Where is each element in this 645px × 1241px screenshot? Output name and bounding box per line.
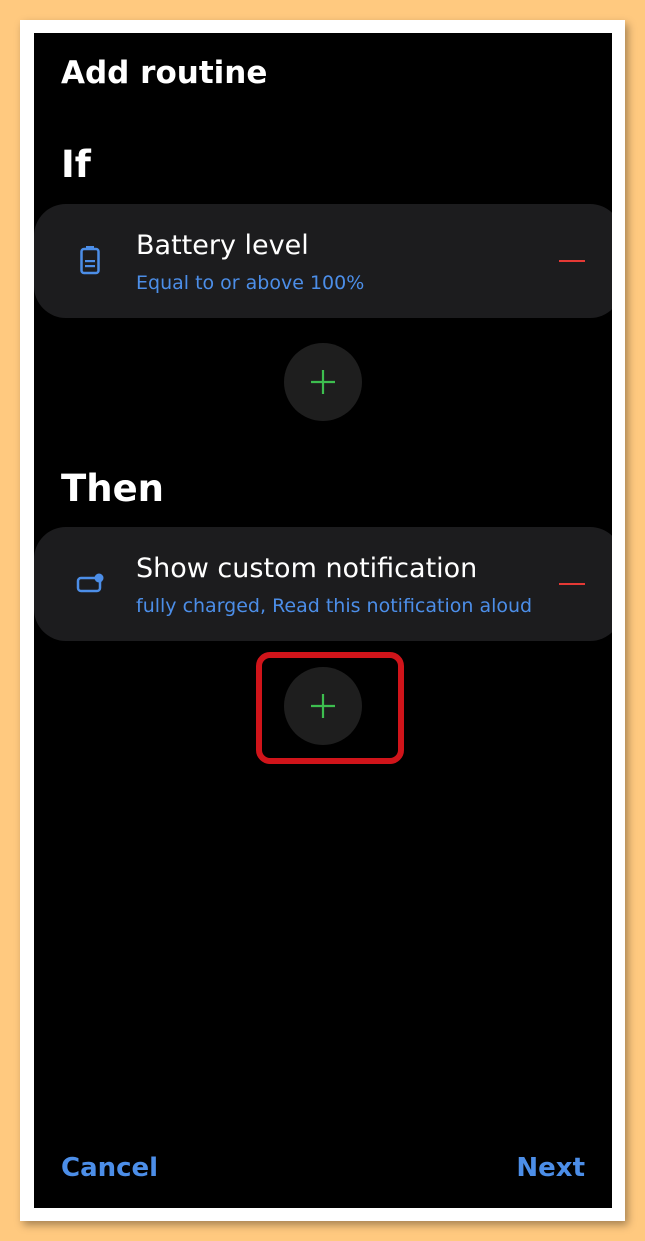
notification-icon xyxy=(76,567,104,599)
then-section-title: Then xyxy=(61,467,165,510)
highlight-box xyxy=(256,652,404,764)
page-title: Add routine xyxy=(61,55,268,91)
condition-title: Battery level xyxy=(136,230,309,261)
next-button[interactable]: Next xyxy=(516,1153,585,1183)
cancel-button[interactable]: Cancel xyxy=(61,1153,158,1183)
condition-card-battery[interactable]: Battery level Equal to or above 100% xyxy=(34,204,612,318)
app-screen: Add routine If Battery level Equal to or… xyxy=(34,33,612,1208)
action-title: Show custom notification xyxy=(136,553,478,584)
action-subtitle: fully charged, Read this notification al… xyxy=(136,595,533,617)
battery-icon xyxy=(76,244,104,276)
action-card-notification[interactable]: Show custom notification fully charged, … xyxy=(34,527,612,641)
if-section-title: If xyxy=(61,143,91,186)
add-condition-button[interactable] xyxy=(284,343,362,421)
condition-subtitle: Equal to or above 100% xyxy=(136,272,365,294)
plus-icon xyxy=(311,370,335,394)
remove-action-button[interactable] xyxy=(554,567,590,601)
remove-condition-button[interactable] xyxy=(554,244,590,278)
